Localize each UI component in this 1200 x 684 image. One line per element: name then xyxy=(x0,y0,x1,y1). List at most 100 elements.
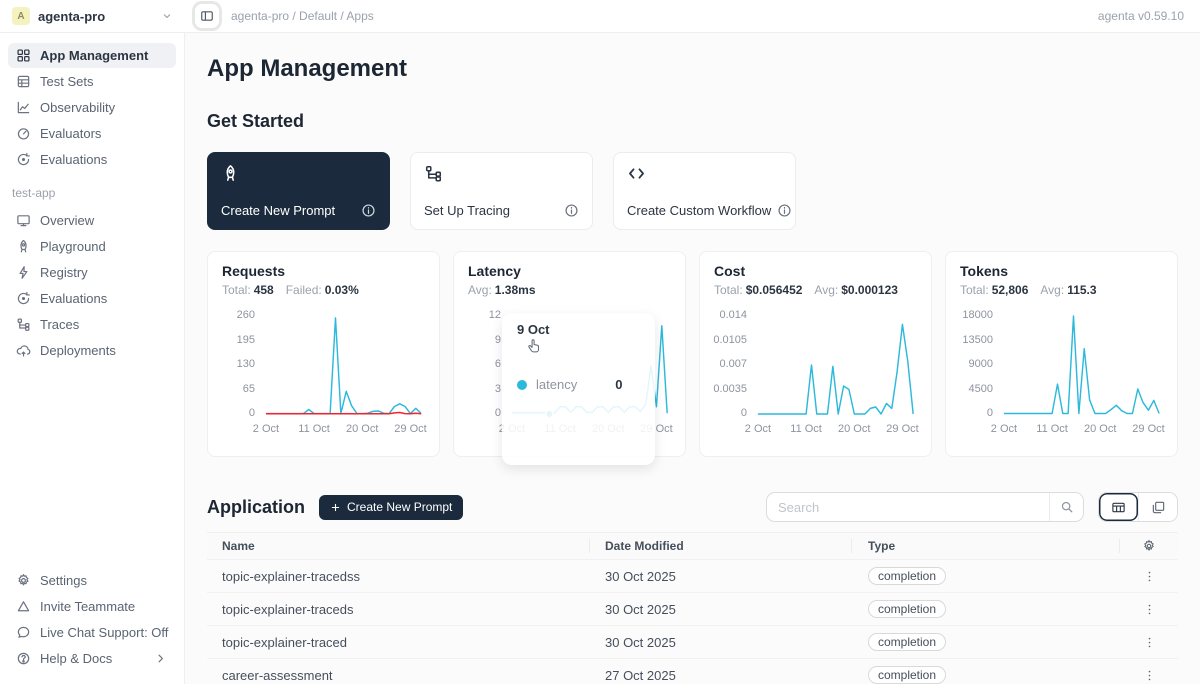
table-row[interactable]: topic-explainer-traceds 30 Oct 2025 comp… xyxy=(207,593,1178,626)
search-box xyxy=(766,492,1084,522)
table-row[interactable]: topic-explainer-traced 30 Oct 2025 compl… xyxy=(207,626,1178,659)
column-header-name[interactable]: Name xyxy=(207,539,590,553)
app-type-badge: completion xyxy=(868,633,946,651)
row-menu-button[interactable] xyxy=(1137,568,1162,585)
chart-stats: Total:$0.056452Avg:$0.000123 xyxy=(714,283,917,297)
help-icon xyxy=(16,651,31,666)
grid-icon xyxy=(16,48,31,63)
sidebar-item-invite-teammate[interactable]: Invite Teammate xyxy=(8,594,176,619)
sidebar-item-test-sets[interactable]: Test Sets xyxy=(8,69,176,94)
workspace-name: agenta-pro xyxy=(38,9,153,24)
chart-title: Requests xyxy=(222,263,425,279)
sidebar-item-evaluators[interactable]: Evaluators xyxy=(8,121,176,146)
create-new-prompt-button[interactable]: Create New Prompt xyxy=(319,495,463,520)
application-title: Application xyxy=(207,497,305,518)
row-menu-button[interactable] xyxy=(1137,634,1162,651)
sidebar-item-settings[interactable]: Settings xyxy=(8,568,176,593)
y-axis-labels: 0.0140.01050.0070.00350 xyxy=(714,309,756,419)
sidebar-item-traces[interactable]: Traces xyxy=(8,312,176,337)
sidebar-item-evaluations[interactable]: Evaluations xyxy=(8,286,176,311)
tooltip-series-value: 0 xyxy=(615,377,622,392)
table-row[interactable]: topic-explainer-tracedss 30 Oct 2025 com… xyxy=(207,560,1178,593)
stat: Failed:0.03% xyxy=(286,283,359,297)
gauge-icon xyxy=(16,126,31,141)
app-name: topic-explainer-tracedss xyxy=(207,569,590,584)
chart-plot[interactable] xyxy=(756,309,917,419)
sidebar-item-label: Deployments xyxy=(40,343,116,358)
sidebar-item-playground[interactable]: Playground xyxy=(8,234,176,259)
sidebar-item-live-chat-support-off[interactable]: Live Chat Support: Off xyxy=(8,620,176,645)
sidebar-group-label: test-app xyxy=(12,186,172,200)
list-icon xyxy=(16,74,31,89)
stat: Total:$0.056452 xyxy=(714,283,802,297)
sidebar-item-registry[interactable]: Registry xyxy=(8,260,176,285)
info-icon[interactable] xyxy=(564,203,579,218)
y-axis-labels: 1800013500900045000 xyxy=(960,309,1002,419)
get-started-cards: Create New Prompt Set Up Tracing Create Cu… xyxy=(207,152,1178,230)
sidebar-item-observability[interactable]: Observability xyxy=(8,95,176,120)
sidebar-item-app-management[interactable]: App Management xyxy=(8,43,176,68)
create-custom-workflow-card[interactable]: Create Custom Workflow xyxy=(613,152,796,230)
requests-metric-card: Requests Total:458 Failed:0.03% 260195130… xyxy=(207,251,440,457)
chart-plot[interactable] xyxy=(1002,309,1163,419)
sidebar-item-overview[interactable]: Overview xyxy=(8,208,176,233)
create-new-prompt-card[interactable]: Create New Prompt xyxy=(207,152,390,230)
sidebar-item-help-docs[interactable]: Help & Docs xyxy=(8,646,176,671)
sidebar-item-label: Settings xyxy=(40,573,87,588)
search-button[interactable] xyxy=(1049,493,1083,521)
x-axis-labels: 2 Oct11 Oct20 Oct29 Oct xyxy=(264,423,425,439)
card-label: Create New Prompt xyxy=(221,203,335,218)
card-view-button[interactable] xyxy=(1138,493,1177,521)
info-icon[interactable] xyxy=(777,203,792,218)
sidebar-item-deployments[interactable]: Deployments xyxy=(8,338,176,363)
chart-tooltip: 9 Oct latency 0 xyxy=(502,313,655,465)
row-menu-button[interactable] xyxy=(1137,667,1162,684)
set-up-tracing-card[interactable]: Set Up Tracing xyxy=(410,152,593,230)
sidebar-item-evaluations[interactable]: Evaluations xyxy=(8,147,176,172)
code-icon xyxy=(627,164,782,183)
page-title: App Management xyxy=(207,55,1178,83)
tooltip-series-name: latency xyxy=(536,377,577,392)
chart-plot[interactable] xyxy=(264,309,425,419)
stat: Total:52,806 xyxy=(960,283,1028,297)
app-date-modified: 27 Oct 2025 xyxy=(590,668,852,683)
search-input[interactable] xyxy=(767,500,1049,515)
sidebar-item-label: Overview xyxy=(40,213,94,228)
table-row[interactable]: career-assessment 27 Oct 2025 completion xyxy=(207,659,1178,684)
row-menu-button[interactable] xyxy=(1137,601,1162,618)
workspace-selector[interactable]: A agenta-pro xyxy=(0,7,185,25)
column-header-type[interactable]: Type xyxy=(852,539,1120,553)
sidebar-item-label: Evaluations xyxy=(40,152,107,167)
sidebar-collapse-button[interactable] xyxy=(195,4,219,28)
app-name: topic-explainer-traced xyxy=(207,635,590,650)
sidebar-item-label: Help & Docs xyxy=(40,651,112,666)
card-view-icon xyxy=(1151,500,1166,515)
x-axis-labels: 2 Oct11 Oct20 Oct29 Oct xyxy=(756,423,917,439)
tree-icon xyxy=(424,164,579,183)
tree-icon xyxy=(16,317,31,332)
chart-title: Cost xyxy=(714,263,917,279)
rocket-icon xyxy=(16,239,31,254)
column-settings-button[interactable] xyxy=(1136,537,1162,555)
app-type-badge: completion xyxy=(868,666,946,684)
column-header-date-modified[interactable]: Date Modified xyxy=(590,539,852,553)
chart-icon xyxy=(16,100,31,115)
sidebar-item-label: Evaluators xyxy=(40,126,101,141)
chart-stats: Avg:1.38ms xyxy=(468,283,671,297)
kebab-menu-icon xyxy=(1143,636,1156,649)
app-date-modified: 30 Oct 2025 xyxy=(590,569,852,584)
sidebar-item-label: App Management xyxy=(40,48,148,63)
tooltip-date: 9 Oct xyxy=(517,322,640,337)
series-dot xyxy=(517,380,527,390)
breadcrumb[interactable]: agenta-pro / Default / Apps xyxy=(231,9,374,23)
kebab-menu-icon xyxy=(1143,669,1156,682)
table-view-button[interactable] xyxy=(1099,493,1138,521)
sidebar: App Management Test SetsObservability Eval… xyxy=(0,33,185,684)
stat: Avg:115.3 xyxy=(1040,283,1096,297)
y-axis-labels: 260195130650 xyxy=(222,309,264,419)
app-name: topic-explainer-traceds xyxy=(207,602,590,617)
info-icon[interactable] xyxy=(361,203,376,218)
stat: Total:458 xyxy=(222,283,274,297)
gear-icon xyxy=(16,573,31,588)
chevron-right-icon xyxy=(153,651,168,666)
